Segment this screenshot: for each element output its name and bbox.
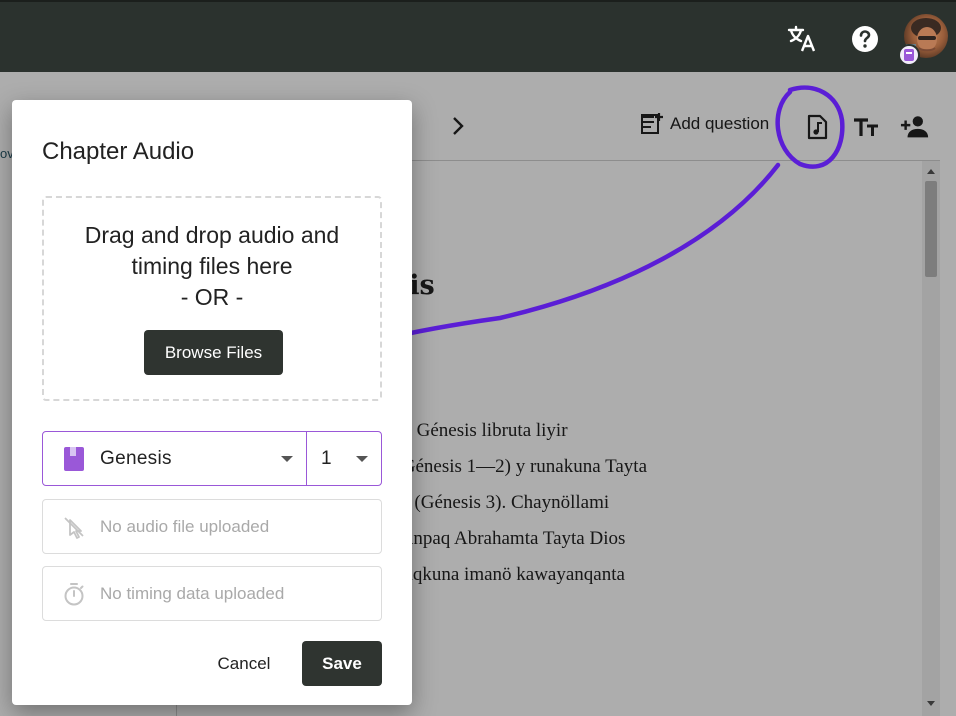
dropdown-arrow-icon <box>356 456 368 462</box>
timer-icon <box>64 583 84 606</box>
book-select-value: Genesis <box>100 448 172 469</box>
chapter-select[interactable]: 1 <box>307 432 381 485</box>
cancel-button[interactable]: Cancel <box>202 642 286 686</box>
book-icon <box>64 447 84 471</box>
dropzone-text: timing files here <box>131 253 293 279</box>
chapter-audio-dialog: Chapter Audio Drag and drop audio and ti… <box>12 100 412 705</box>
save-button[interactable]: Save <box>302 641 382 686</box>
dropdown-arrow-icon <box>281 456 293 462</box>
sync-badge-icon <box>898 44 920 66</box>
audio-off-icon <box>64 517 84 539</box>
dialog-title: Chapter Audio <box>42 138 195 165</box>
chapter-select-value: 1 <box>321 448 332 469</box>
audio-file-field: No audio file uploaded <box>42 499 382 554</box>
dropzone-text: Drag and drop audio and <box>84 222 340 248</box>
book-select[interactable]: Genesis <box>43 432 307 485</box>
dropzone-or: - OR - <box>180 284 244 310</box>
help-icon[interactable] <box>848 22 882 56</box>
file-dropzone[interactable]: Drag and drop audio and timing files her… <box>42 196 382 401</box>
top-app-bar <box>0 0 956 72</box>
book-chapter-select: Genesis 1 <box>42 431 382 486</box>
browse-files-button[interactable]: Browse Files <box>144 330 283 375</box>
translate-icon[interactable] <box>785 22 819 56</box>
audio-file-status: No audio file uploaded <box>100 517 270 536</box>
timing-file-status: No timing data uploaded <box>100 584 285 603</box>
timing-file-field: No timing data uploaded <box>42 566 382 621</box>
